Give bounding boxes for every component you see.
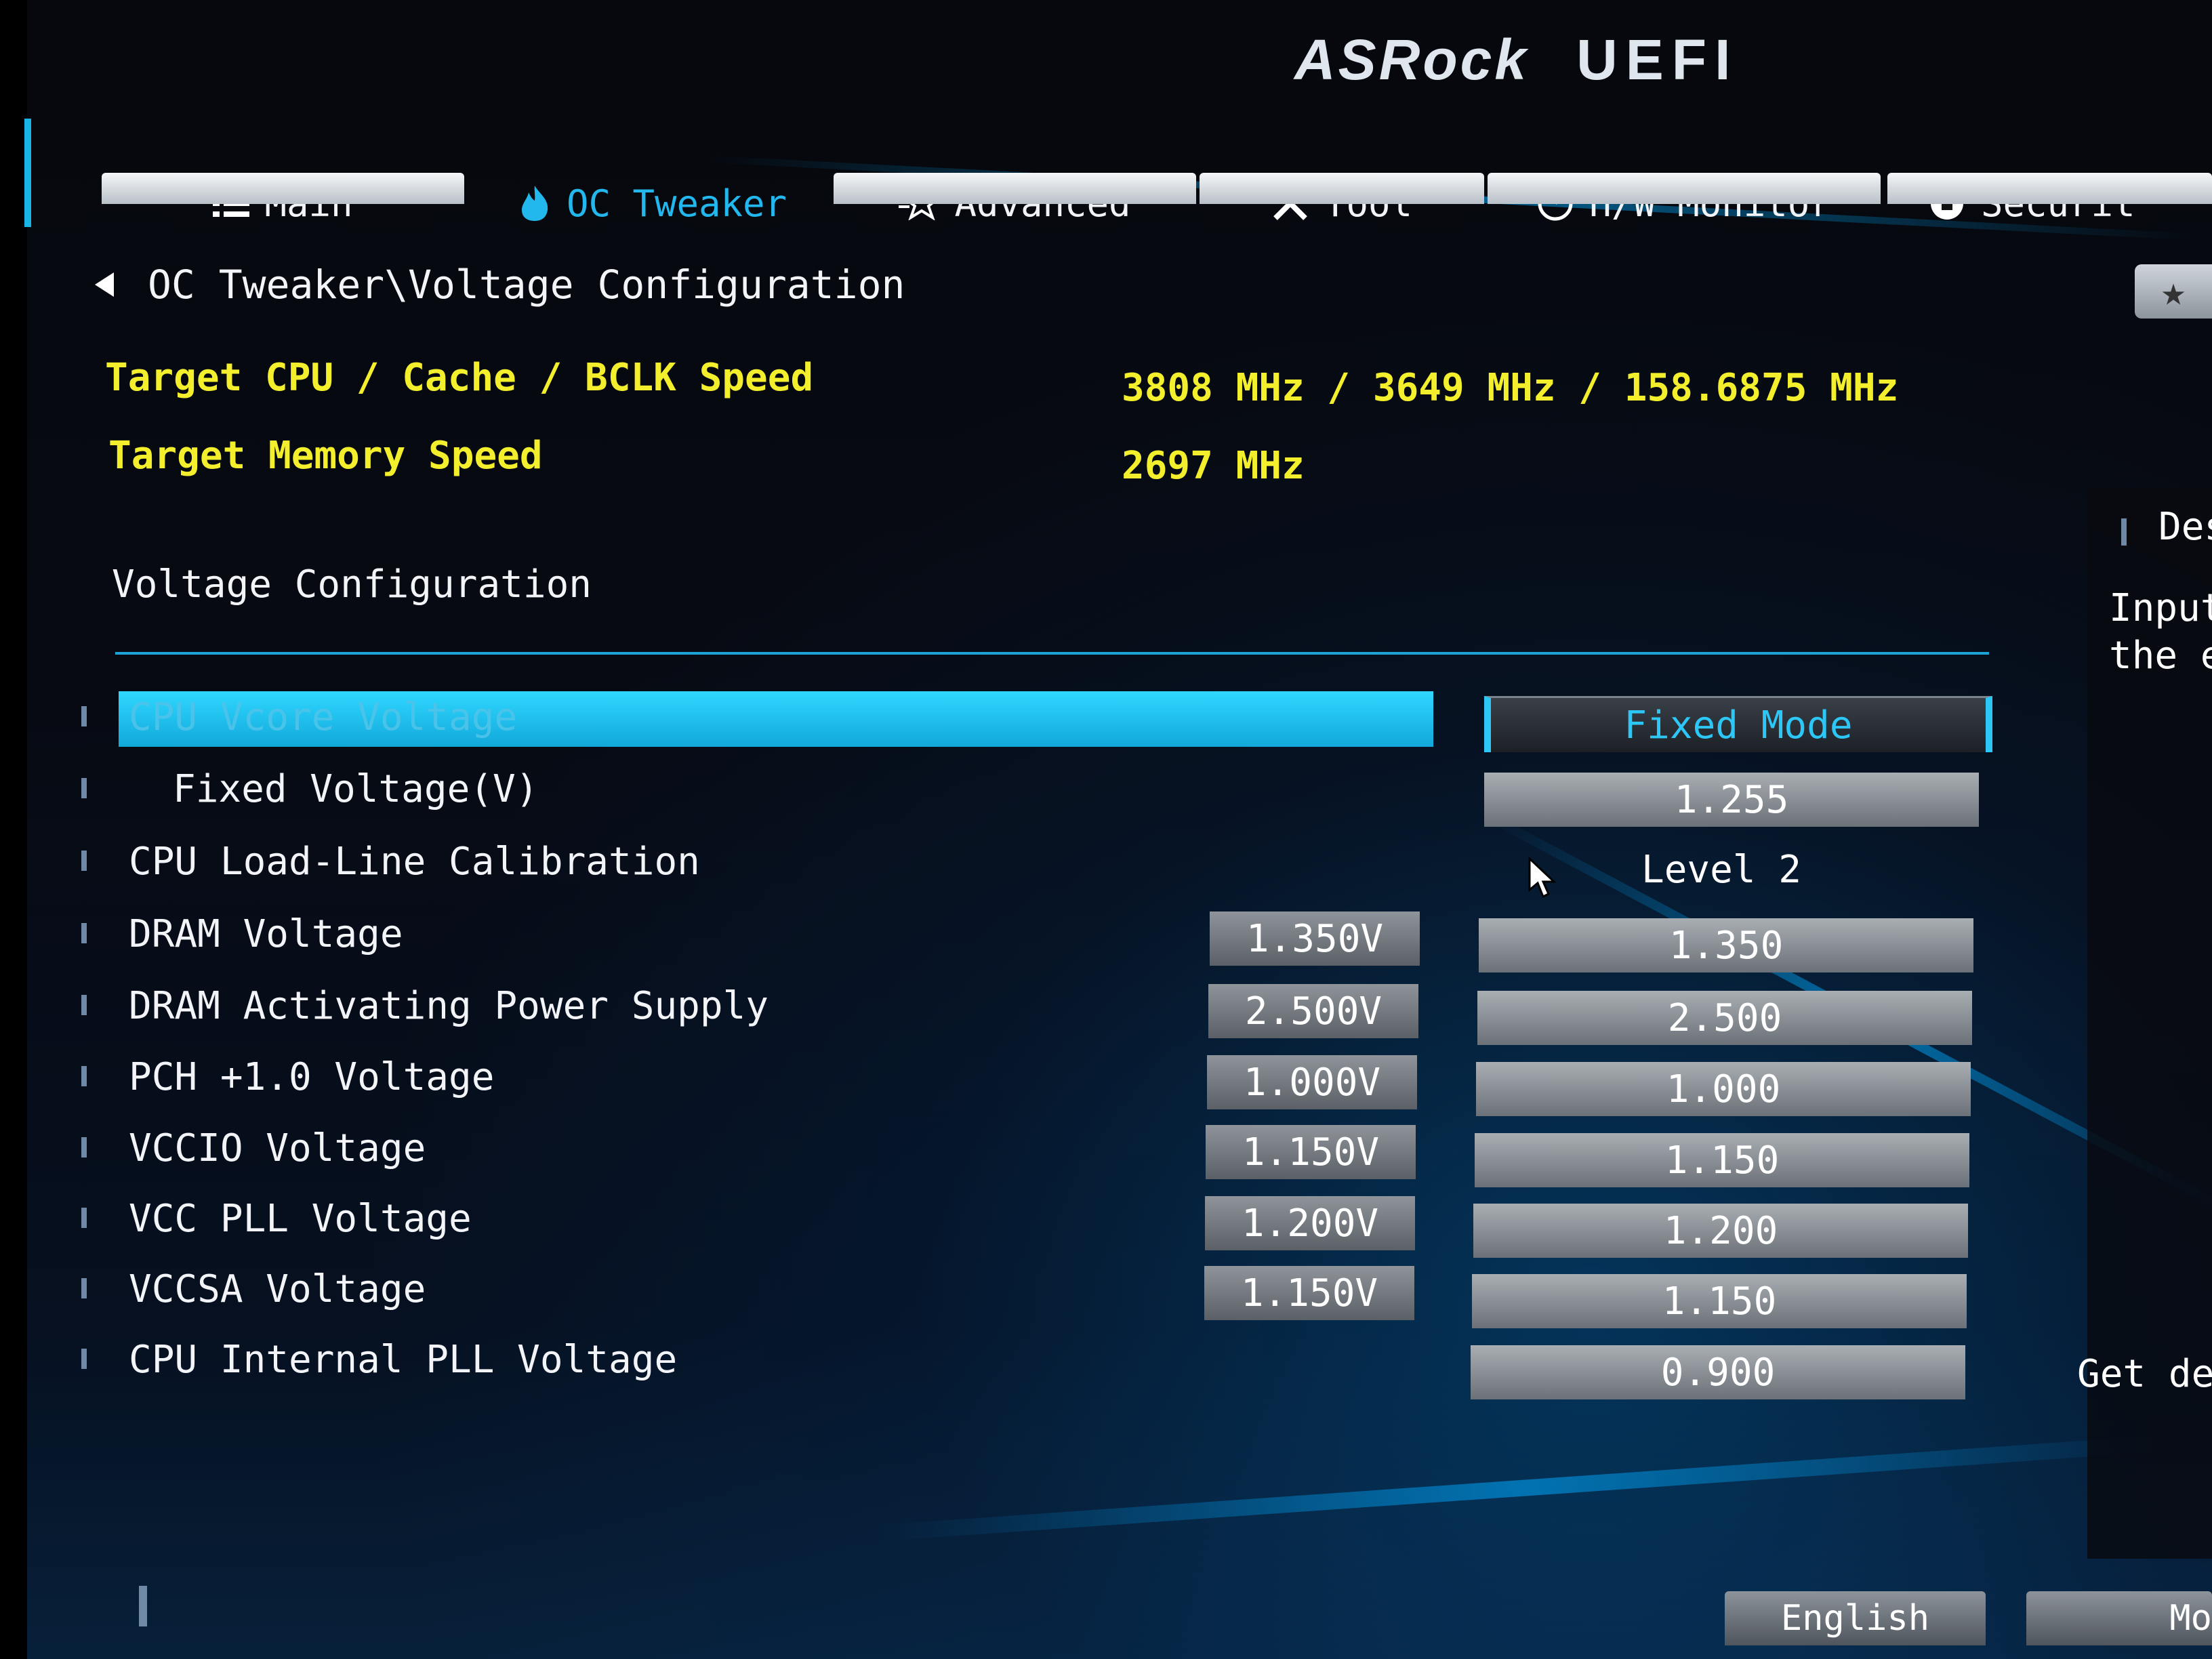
scroll-indicator <box>139 1586 147 1626</box>
accent-bar <box>24 119 31 227</box>
tab-highlight-bar <box>1200 173 1484 204</box>
setting-label: DRAM Voltage <box>129 912 403 956</box>
screen-bezel <box>0 0 27 1659</box>
description-title-marker <box>2121 518 2127 546</box>
star-icon: ★ <box>2160 268 2186 315</box>
flame-icon <box>518 184 552 222</box>
section-divider <box>115 652 1989 655</box>
vccsa-voltage-current: 1.150V <box>1204 1266 1414 1320</box>
tab-advanced[interactable]: Advanced <box>834 166 1196 241</box>
row-bullet <box>81 1208 87 1228</box>
row-bullet <box>81 706 87 726</box>
setting-label: VCCSA Voltage <box>129 1267 426 1311</box>
back-arrow-icon[interactable] <box>95 272 114 297</box>
dram-vpp-current: 2.500V <box>1208 984 1418 1038</box>
mode-button-label: Mo <box>2169 1598 2212 1639</box>
tab-highlight-bar <box>1887 173 2212 204</box>
setting-label: CPU Load-Line Calibration <box>129 840 700 884</box>
pch-voltage-input[interactable]: 1.000 <box>1476 1062 1971 1116</box>
setting-label: CPU Internal PLL Voltage <box>129 1338 678 1382</box>
target-cpu-label: Target CPU / Cache / BCLK Speed <box>105 356 814 400</box>
setting-row-vccio-voltage[interactable]: VCCIO Voltage <box>75 1117 1227 1178</box>
target-memory-label: Target Memory Speed <box>108 434 543 478</box>
setting-row-cpu-internal-pll[interactable]: CPU Internal PLL Voltage <box>75 1328 1227 1389</box>
setting-row-vcc-pll-voltage[interactable]: VCC PLL Voltage <box>75 1187 1227 1248</box>
bios-screen: ASRock UEFI Main OC Tweaker Advanced <box>0 0 2212 1659</box>
setting-label: CPU Vcore Voltage <box>129 695 518 739</box>
brand-name: ASRock <box>1294 28 1530 91</box>
fixed-voltage-input[interactable]: 1.255 <box>1484 773 1979 827</box>
row-bullet <box>81 1278 87 1298</box>
vcc-pll-voltage-current: 1.200V <box>1205 1196 1415 1250</box>
target-memory-value: 2697 MHz <box>1122 444 1305 488</box>
dram-vpp-input[interactable]: 2.500 <box>1477 991 1972 1045</box>
product-name: UEFI <box>1576 28 1739 91</box>
setting-label: PCH +1.0 Voltage <box>129 1055 495 1099</box>
description-line-1: Input <box>2109 586 2212 630</box>
row-bullet <box>81 923 87 943</box>
setting-label: Fixed Voltage(V) <box>173 767 539 811</box>
setting-row-dram-vpp[interactable]: DRAM Activating Power Supply <box>75 975 1227 1036</box>
tab-highlight-bar <box>1488 173 1881 204</box>
setting-row-cpu-vcore-voltage[interactable]: CPU Vcore Voltage <box>75 686 1433 747</box>
dram-voltage-input[interactable]: 1.350 <box>1479 918 1973 972</box>
breadcrumb: OC Tweaker\Voltage Configuration <box>75 261 905 308</box>
vccio-voltage-input[interactable]: 1.150 <box>1475 1133 1969 1187</box>
setting-row-pch-voltage[interactable]: PCH +1.0 Voltage <box>75 1046 1227 1107</box>
vcc-pll-voltage-input[interactable]: 1.200 <box>1473 1204 1968 1258</box>
row-bullet <box>81 1349 87 1369</box>
row-bullet <box>81 1066 87 1086</box>
vccio-voltage-current: 1.150V <box>1206 1125 1416 1179</box>
pch-voltage-current: 1.000V <box>1207 1055 1417 1109</box>
decor-streak <box>880 1435 2167 1541</box>
tab-highlight-bar <box>102 173 464 204</box>
setting-row-dram-voltage[interactable]: DRAM Voltage <box>75 903 1227 964</box>
tab-main[interactable]: Main <box>102 166 464 241</box>
description-footer: Get de <box>2077 1352 2212 1396</box>
setting-row-fixed-voltage[interactable]: Fixed Voltage(V) <box>75 758 1430 819</box>
breadcrumb-path: OC Tweaker\Voltage Configuration <box>148 262 905 308</box>
setting-label: VCCIO Voltage <box>129 1126 426 1170</box>
dram-voltage-current: 1.350V <box>1210 912 1420 966</box>
section-title: Voltage Configuration <box>112 562 592 607</box>
tab-tool[interactable]: Tool <box>1200 166 1484 241</box>
mode-button[interactable]: Mo <box>2026 1591 2212 1645</box>
cpu-vcore-mode-select[interactable]: Fixed Mode <box>1484 696 1992 752</box>
vccsa-voltage-input[interactable]: 1.150 <box>1472 1274 1967 1328</box>
row-bullet <box>81 778 87 798</box>
top-tab-bar: Main OC Tweaker Advanced Tool <box>102 139 2212 247</box>
setting-label: DRAM Activating Power Supply <box>129 984 769 1028</box>
description-line-2: the e <box>2109 634 2212 678</box>
row-bullet <box>81 1137 87 1158</box>
tab-label: OC Tweaker <box>566 182 787 225</box>
tab-highlight-bar <box>834 173 1196 204</box>
tab-hw-monitor[interactable]: H/W Monitor <box>1488 166 1881 241</box>
mouse-cursor-icon <box>1528 857 1557 898</box>
setting-row-vccsa-voltage[interactable]: VCCSA Voltage <box>75 1258 1227 1319</box>
description-title: Des <box>2158 505 2212 549</box>
row-bullet <box>81 851 87 871</box>
tab-oc-tweaker[interactable]: OC Tweaker <box>471 166 834 241</box>
asrock-uefi-logo: ASRock UEFI <box>1294 27 1738 93</box>
setting-row-cpu-llc[interactable]: CPU Load-Line Calibration <box>75 830 1430 891</box>
tab-security[interactable]: Securit <box>1887 166 2212 241</box>
cpu-internal-pll-input[interactable]: 0.900 <box>1471 1345 1965 1399</box>
row-bullet <box>81 995 87 1015</box>
target-cpu-value: 3808 MHz / 3649 MHz / 158.6875 MHz <box>1122 366 1899 410</box>
favorite-star-button[interactable]: ★ <box>2135 264 2212 319</box>
setting-label: VCC PLL Voltage <box>129 1197 472 1241</box>
language-button[interactable]: English <box>1725 1591 1986 1645</box>
